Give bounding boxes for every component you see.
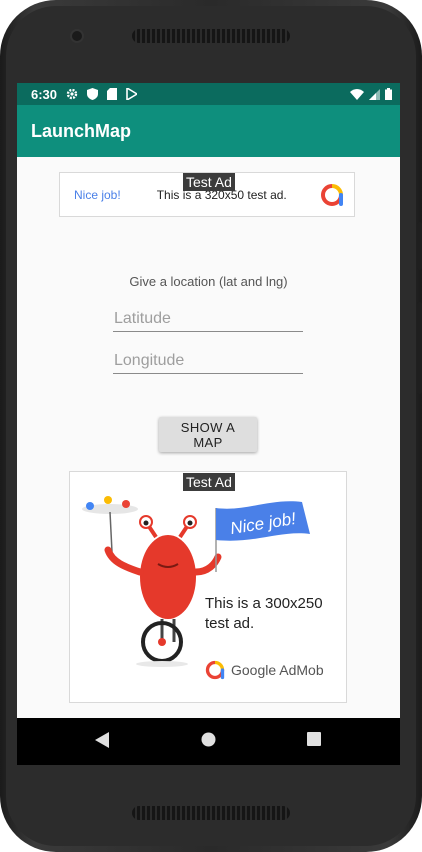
admob-brand: Google AdMob [205, 660, 324, 680]
app-bar: LaunchMap [17, 105, 400, 157]
mrec-ad-text: This is a 300x250 test ad. [205, 595, 323, 632]
navigation-bar [17, 718, 400, 765]
sd-card-icon [107, 88, 118, 100]
banner-nice-job: Nice job! [74, 187, 121, 202]
signal-icon [369, 88, 380, 100]
admob-logo-icon [205, 660, 225, 680]
bottom-speaker [132, 806, 290, 820]
status-bar: 6:30 [17, 83, 400, 105]
battery-icon [385, 88, 392, 100]
front-camera [72, 31, 82, 41]
home-icon[interactable] [201, 732, 216, 747]
settings-icon [66, 88, 78, 100]
latitude-input[interactable] [113, 308, 303, 332]
top-speaker [132, 29, 290, 43]
device-screen: 6:30 LaunchMap Nice job! This is a 320x5… [17, 83, 400, 765]
volume-button [417, 222, 422, 270]
mrec-ad[interactable]: Nice job! This is a 300x250 test ad. Goo… [69, 471, 347, 703]
wifi-icon [350, 88, 364, 100]
banner-test-ad-label: Test Ad [183, 173, 235, 191]
status-time: 6:30 [31, 86, 58, 102]
recents-icon[interactable] [307, 732, 321, 746]
location-prompt: Give a location (lat and lng) [129, 274, 288, 289]
play-store-icon [126, 88, 138, 100]
admob-brand-text: Google AdMob [231, 662, 324, 678]
admob-logo-icon [321, 184, 343, 206]
shield-icon [87, 88, 99, 100]
main-content: Nice job! This is a 320x50 test ad. Test… [17, 157, 400, 718]
mrec-test-ad-label: Test Ad [183, 473, 235, 491]
show-map-button[interactable]: SHOW A MAP [159, 417, 257, 452]
longitude-input[interactable] [113, 350, 303, 374]
power-button [417, 302, 422, 394]
app-title: LaunchMap [31, 120, 132, 141]
back-icon[interactable] [95, 732, 109, 748]
